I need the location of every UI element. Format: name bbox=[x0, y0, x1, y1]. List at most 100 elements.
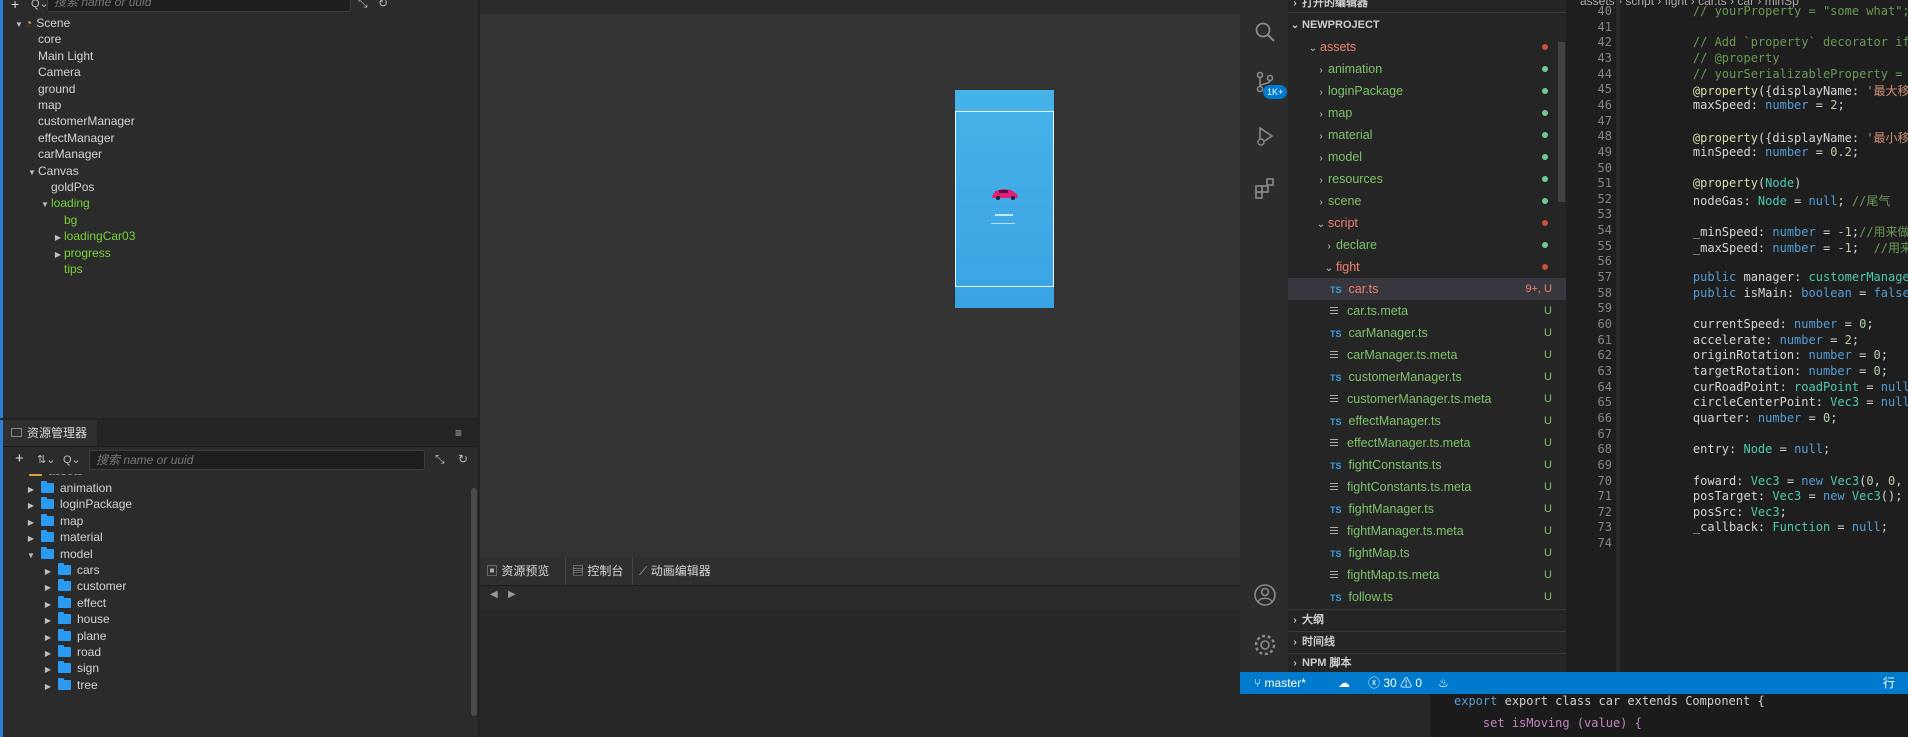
git-status-badge: U bbox=[1544, 481, 1552, 493]
assets-scrollbar[interactable] bbox=[471, 488, 477, 716]
file-lines-icon bbox=[1330, 570, 1338, 580]
search-icon[interactable] bbox=[1253, 20, 1277, 44]
problems-item[interactable]: ⓧ 30 ⚠ 0 bbox=[1368, 672, 1422, 694]
expand-arrow-icon[interactable]: ▼ bbox=[26, 163, 38, 183]
git-branch-icon: ⑂ bbox=[1254, 676, 1262, 690]
hierarchy-node-label: loading bbox=[51, 196, 90, 211]
assets-tab[interactable]: 资源管理器 bbox=[3, 420, 98, 446]
explorer-file[interactable]: TS follow.ts U bbox=[1288, 586, 1566, 606]
collapse-arrow-icon[interactable]: ▶ bbox=[42, 677, 54, 697]
asset-folder-label: loginPackage bbox=[60, 497, 133, 512]
extensions-icon[interactable] bbox=[1253, 176, 1277, 200]
explorer-folder[interactable]: › scene bbox=[1288, 190, 1566, 212]
sort-icon[interactable]: ⇅⌄ bbox=[37, 453, 55, 466]
refresh-icon[interactable]: ↻ bbox=[458, 452, 468, 466]
account-icon[interactable] bbox=[1252, 582, 1278, 608]
explorer-file[interactable]: TS car.ts 9+, U bbox=[1288, 278, 1566, 300]
explorer-scrollbar[interactable] bbox=[1558, 42, 1565, 202]
preview-icon: ▣ bbox=[486, 564, 499, 578]
expand-arrow-icon[interactable]: ▼ bbox=[25, 546, 37, 566]
explorer-file[interactable]: TS customerManager.ts U bbox=[1288, 366, 1566, 388]
explorer-file[interactable]: carManager.ts.meta U bbox=[1288, 344, 1566, 366]
explorer-file[interactable]: fightManager.ts.meta U bbox=[1288, 520, 1566, 542]
hierarchy-node-label: goldPos bbox=[51, 180, 95, 194]
code-line: @property({displayName: '最小移动 bbox=[1692, 131, 1908, 146]
asset-folder-row[interactable]: ▶ tree bbox=[42, 675, 98, 695]
terminal-panel[interactable]: export export class car extends Componen… bbox=[1430, 694, 1908, 737]
collapse-all-icon[interactable]: ⤡ bbox=[435, 452, 445, 467]
folder-icon bbox=[41, 481, 54, 493]
explorer-folder[interactable]: › material bbox=[1288, 124, 1566, 146]
code-editor[interactable]: assets › script › fight › car.ts › car ›… bbox=[1566, 0, 1908, 672]
hierarchy-node[interactable]: tips bbox=[52, 259, 83, 279]
explorer-folder[interactable]: ⌄ fight bbox=[1288, 256, 1566, 278]
explorer-file[interactable]: TS carManager.ts U bbox=[1288, 322, 1566, 344]
explorer-folder[interactable]: › loginPackage bbox=[1288, 80, 1566, 102]
scene-view[interactable] bbox=[480, 0, 1240, 557]
search-filter-icon[interactable]: Q⌄ bbox=[63, 453, 81, 466]
sync-icon[interactable]: ☁ bbox=[1338, 672, 1350, 694]
explorer-file[interactable]: TS effectManager.ts U bbox=[1288, 410, 1566, 432]
line-number: 65 bbox=[1597, 395, 1612, 410]
animation-icon: ⟋ bbox=[639, 564, 648, 578]
file-lines-icon bbox=[1330, 526, 1338, 536]
explorer-folder[interactable]: › resources bbox=[1288, 168, 1566, 190]
explorer-folder[interactable]: ⌄ script bbox=[1288, 212, 1566, 234]
folder-icon bbox=[58, 563, 71, 575]
hierarchy-search-input[interactable]: 搜索 name or uuid bbox=[47, 0, 351, 12]
explorer-folder[interactable]: › animation bbox=[1288, 58, 1566, 80]
code-line: // @property bbox=[1664, 50, 1780, 65]
expand-arrow-icon[interactable]: ▼ bbox=[39, 195, 51, 215]
loading-tips bbox=[991, 223, 1015, 224]
folder-icon bbox=[41, 497, 54, 510]
code-line: _minSpeed: number = -1;//用来做存 bbox=[1664, 225, 1908, 240]
outline-section[interactable]: › 大纲 bbox=[1288, 609, 1566, 631]
code-line: originRotation: number = 0; bbox=[1664, 348, 1889, 363]
run-debug-icon[interactable] bbox=[1253, 124, 1277, 148]
explorer-folder[interactable]: › model bbox=[1288, 146, 1566, 168]
explorer-file[interactable]: TS fightManager.ts U bbox=[1288, 498, 1566, 520]
assets-tabbar: 资源管理器 ≡ bbox=[3, 420, 478, 447]
explorer-file[interactable]: fightConstants.ts.meta U bbox=[1288, 476, 1566, 498]
explorer-file[interactable]: TS fightMap.ts U bbox=[1288, 542, 1566, 564]
next-icon[interactable]: ▶ bbox=[508, 589, 516, 600]
add-icon[interactable]: + bbox=[11, 0, 19, 12]
code-line: @property(Node) bbox=[1692, 176, 1802, 191]
gear-icon[interactable] bbox=[1252, 632, 1278, 658]
expand-arrow-icon[interactable]: ▼ bbox=[13, 15, 25, 35]
tab-animation-editor[interactable]: ⟋ 动画编辑器 bbox=[632, 557, 711, 585]
explorer-file[interactable]: car.ts.meta U bbox=[1288, 300, 1566, 322]
game-preview[interactable] bbox=[955, 90, 1054, 308]
explorer-folder[interactable]: › map bbox=[1288, 102, 1566, 124]
code-line: // yourSerializableProperty = "s bbox=[1664, 66, 1908, 81]
assets-search-input[interactable]: 搜索 name or uuid bbox=[89, 450, 425, 470]
section-label: NPM 脚本 bbox=[1302, 657, 1352, 669]
explorer-file[interactable]: customerManager.ts.meta U bbox=[1288, 388, 1566, 410]
hierarchy-node-label: customerManager bbox=[38, 114, 135, 129]
code-line: posTarget: Vec3 = new Vec3(); bbox=[1664, 489, 1903, 504]
timeline-section[interactable]: › 时间线 bbox=[1288, 631, 1566, 653]
explorer-folder[interactable]: › declare bbox=[1288, 234, 1566, 256]
line-number: 68 bbox=[1597, 442, 1612, 457]
project-section[interactable]: ⌄ NEWPROJECT bbox=[1288, 14, 1566, 36]
npm-scripts-section[interactable]: › NPM 脚本 bbox=[1288, 652, 1566, 674]
explorer-file[interactable]: effectManager.ts.meta U bbox=[1288, 432, 1566, 454]
tab-label: 资源预览 bbox=[501, 564, 550, 578]
menu-icon[interactable]: ≡ bbox=[455, 426, 462, 440]
line-number: 61 bbox=[1597, 332, 1612, 347]
tab-asset-preview[interactable]: ▣ 资源预览 bbox=[486, 557, 549, 585]
branch-item[interactable]: ⑂ master* bbox=[1254, 672, 1306, 694]
explorer-folder[interactable]: ⌄ assets bbox=[1288, 36, 1566, 58]
explorer-item-label: resources bbox=[1328, 172, 1383, 186]
typescript-icon: TS bbox=[1330, 549, 1342, 559]
add-asset-icon[interactable]: + bbox=[15, 450, 24, 467]
prev-icon[interactable]: ◀ bbox=[490, 589, 498, 600]
explorer-file[interactable]: fightMap.ts.meta U bbox=[1288, 564, 1566, 586]
flame-icon[interactable]: ♨ bbox=[1438, 672, 1449, 694]
tab-label: 控制台 bbox=[587, 564, 624, 578]
project-label: NEWPROJECT bbox=[1302, 19, 1380, 31]
explorer-file[interactable]: TS fightConstants.ts U bbox=[1288, 454, 1566, 476]
tab-console[interactable]: ▤ 控制台 bbox=[565, 557, 623, 585]
refresh-icon[interactable]: ↻ bbox=[378, 0, 388, 10]
collapse-icon[interactable]: ⤡ bbox=[358, 0, 368, 11]
